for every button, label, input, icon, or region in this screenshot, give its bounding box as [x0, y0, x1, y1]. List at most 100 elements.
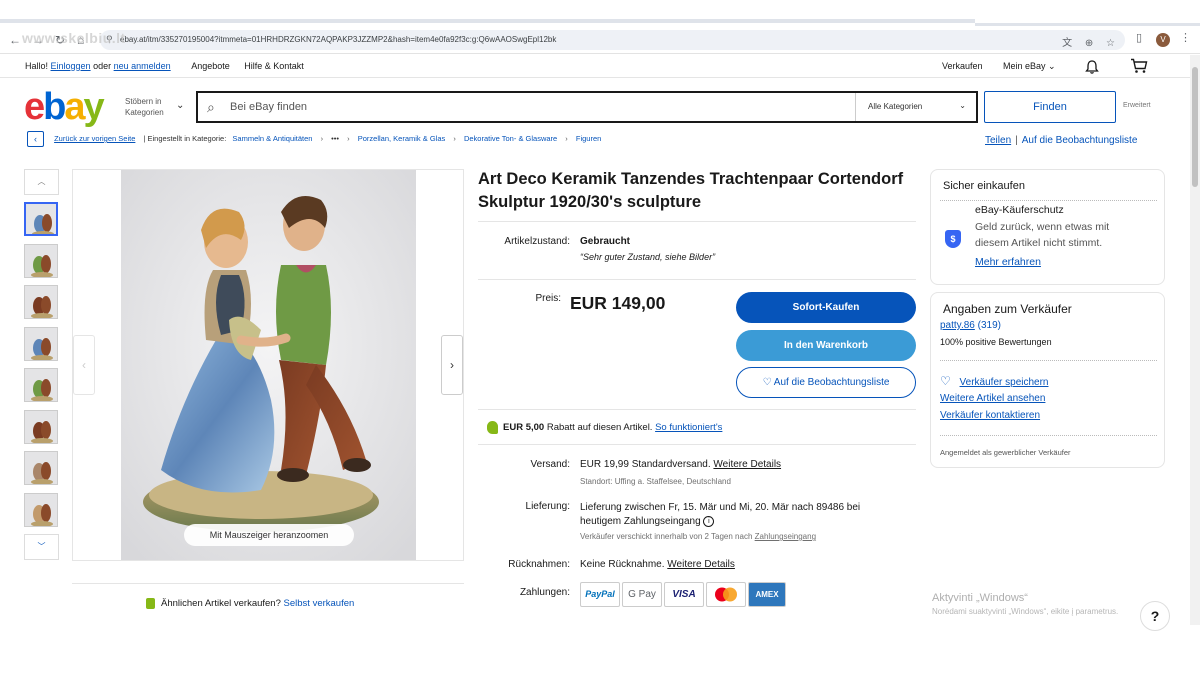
seller-info-title: Angaben zum Verkäufer	[943, 302, 1072, 316]
breadcrumb-item-porcelain[interactable]: Porzellan, Keramik & Glas	[358, 134, 446, 143]
address-bar[interactable]: ⚲ ebay.at/itm/335270195004?itmmeta=01HRH…	[100, 30, 1125, 50]
back-icon[interactable]: ←	[9, 33, 21, 47]
advanced-search-link[interactable]: Erweitert	[1123, 102, 1151, 109]
protection-text-2: diesem Artikel nicht stimmt.	[975, 237, 1103, 249]
breadcrumb-item-decorative[interactable]: Dekorative Ton- & Glasware	[464, 134, 557, 143]
thumbnail-image[interactable]	[24, 492, 58, 527]
find-button[interactable]: Finden	[984, 91, 1116, 123]
deals-link[interactable]: Angebote	[191, 61, 230, 71]
chevron-down-icon: ⌄	[959, 101, 966, 110]
share-separator: |	[1015, 135, 1018, 146]
logo-letter-b: b	[43, 86, 66, 128]
breadcrumb-separator: ›	[565, 133, 568, 143]
thumbnail-scroll-up[interactable]: ︿	[24, 169, 59, 195]
browser-menu-icon[interactable]: ⋮	[1180, 31, 1191, 44]
payment-receipt-link[interactable]: Zahlungseingang	[755, 532, 816, 541]
previous-image-arrow[interactable]: ‹	[73, 335, 95, 395]
thumbnail-image[interactable]	[24, 243, 58, 278]
save-seller-row[interactable]: ♡ Verkäufer speichern	[940, 374, 1049, 388]
condition-value: Gebraucht	[580, 236, 631, 247]
thumbnail-image[interactable]	[24, 326, 58, 361]
add-to-watchlist-button[interactable]: ♡ Auf die Beobachtungsliste	[736, 367, 916, 398]
bookmark-star-icon[interactable]: ☆	[1106, 38, 1115, 49]
discount-text: Rabatt auf diesen Artikel.	[546, 422, 653, 434]
zoom-hint: Mit Mauszeiger heranzoomen	[184, 524, 354, 546]
seller-rating-link[interactable]: (319)	[978, 320, 1001, 331]
thumbnail-image[interactable]	[24, 368, 58, 402]
shipping-location: Standort: Uffing a. Staffelsee, Deutschl…	[580, 477, 731, 486]
page-scrollbar[interactable]	[1190, 55, 1200, 625]
paypal-logo: PayPal	[580, 582, 620, 607]
shipping-value: EUR 19,99 Standardversand.	[580, 459, 711, 470]
card-divider	[940, 435, 1157, 436]
divider	[478, 444, 916, 445]
logo-letter-e: e	[24, 86, 45, 128]
search-input[interactable]: Bei eBay finden	[230, 101, 307, 113]
safe-buying-card: Sicher einkaufen $ eBay-Käuferschutz Gel…	[930, 169, 1165, 285]
share-link[interactable]: Teilen	[985, 135, 1011, 146]
card-divider	[940, 200, 1157, 201]
cart-icon[interactable]	[1130, 58, 1148, 74]
thumbnail-image[interactable]	[24, 451, 58, 485]
sell-yourself-link[interactable]: Selbst verkaufen	[284, 598, 355, 609]
divider	[478, 409, 916, 410]
watchlist-link[interactable]: Auf die Beobachtungsliste	[1022, 135, 1138, 146]
save-seller-link[interactable]: Verkäufer speichern	[960, 377, 1049, 388]
search-box[interactable]: ⌕ Bei eBay finden Alle Kategorien ⌄	[196, 91, 978, 123]
breadcrumb-item-figures[interactable]: Figuren	[576, 134, 601, 143]
thumbnail-image[interactable]	[24, 285, 58, 319]
register-link[interactable]: neu anmelden	[114, 61, 171, 71]
dancing-couple-figurine-image	[121, 170, 416, 560]
thumbnail-scroll-down[interactable]: ﹀	[24, 534, 59, 560]
sell-link[interactable]: Verkaufen	[942, 61, 983, 71]
my-ebay-menu[interactable]: Mein eBay ⌄	[1003, 61, 1056, 72]
main-image-viewer[interactable]: ‹ › Mit Mauszeiger heranzoomen	[72, 169, 464, 561]
shipping-label: Versand:	[530, 459, 570, 470]
add-to-cart-button[interactable]: In den Warenkorb	[736, 330, 916, 361]
side-panel-icon[interactable]: ▯	[1136, 31, 1142, 44]
help-button[interactable]: ?	[1140, 601, 1170, 631]
thumbnail-figurine-icon	[25, 244, 57, 277]
notification-bell-icon[interactable]	[1085, 60, 1099, 74]
price-label: Preis:	[535, 293, 561, 304]
share-bar: Teilen | Auf die Beobachtungsliste	[985, 135, 1137, 146]
back-chevron-icon[interactable]: ‹	[27, 131, 44, 147]
breadcrumb-item-collectibles[interactable]: Sammeln & Antiquitäten	[232, 134, 312, 143]
delivery-label: Lieferung:	[525, 501, 570, 512]
heart-icon: ♡	[940, 374, 951, 388]
breadcrumb-more[interactable]: •••	[331, 134, 339, 143]
seller-name-link[interactable]: patty.86	[940, 320, 975, 331]
translate-icon[interactable]: 文	[1062, 38, 1072, 49]
thumbnail-image[interactable]	[24, 202, 58, 236]
returns-label: Rücknahmen:	[508, 559, 570, 570]
learn-more-link[interactable]: Mehr erfahren	[975, 256, 1041, 268]
how-it-works-link[interactable]: So funktioniert's	[655, 422, 722, 433]
other-items-link[interactable]: Weitere Artikel ansehen	[940, 393, 1045, 404]
thumbnail-figurine-icon	[25, 369, 57, 401]
seller-name-row: patty.86 (319)	[940, 320, 1001, 331]
help-contact-link[interactable]: Hilfe & Kontakt	[244, 61, 304, 71]
info-icon[interactable]: i	[703, 515, 715, 527]
contact-seller-link[interactable]: Verkäufer kontaktieren	[940, 410, 1040, 421]
chevron-down-icon: ⌄	[1048, 61, 1056, 71]
buy-now-button[interactable]: Sofort-Kaufen	[736, 292, 916, 323]
payments-label: Zahlungen:	[519, 587, 570, 598]
next-image-arrow[interactable]: ›	[441, 335, 463, 395]
browse-categories-button[interactable]: Stöbern in Kategorien	[125, 96, 164, 118]
scrollbar-thumb[interactable]	[1192, 67, 1198, 187]
login-link[interactable]: Einloggen	[51, 61, 91, 71]
back-link[interactable]: Zurück zur vorigen Seite	[54, 134, 135, 143]
profile-avatar[interactable]: V	[1156, 33, 1170, 47]
seller-info-card: Angaben zum Verkäufer patty.86 (319) 100…	[930, 292, 1165, 468]
shipping-details-link[interactable]: Weitere Details	[713, 459, 781, 470]
ebay-logo[interactable]: ebay	[24, 86, 105, 129]
product-photo[interactable]	[121, 170, 416, 560]
zoom-icon[interactable]: ⊕	[1085, 38, 1093, 49]
returns-details-link[interactable]: Weitere Details	[667, 559, 735, 570]
divider	[478, 279, 916, 280]
address-url: ebay.at/itm/335270195004?itmmeta=01HRHDR…	[120, 35, 557, 44]
thumbnail-image[interactable]	[24, 409, 58, 444]
category-select[interactable]: Alle Kategorien ⌄	[855, 93, 976, 121]
page-bottom	[0, 625, 1200, 675]
safe-buying-title: Sicher einkaufen	[943, 180, 1025, 192]
